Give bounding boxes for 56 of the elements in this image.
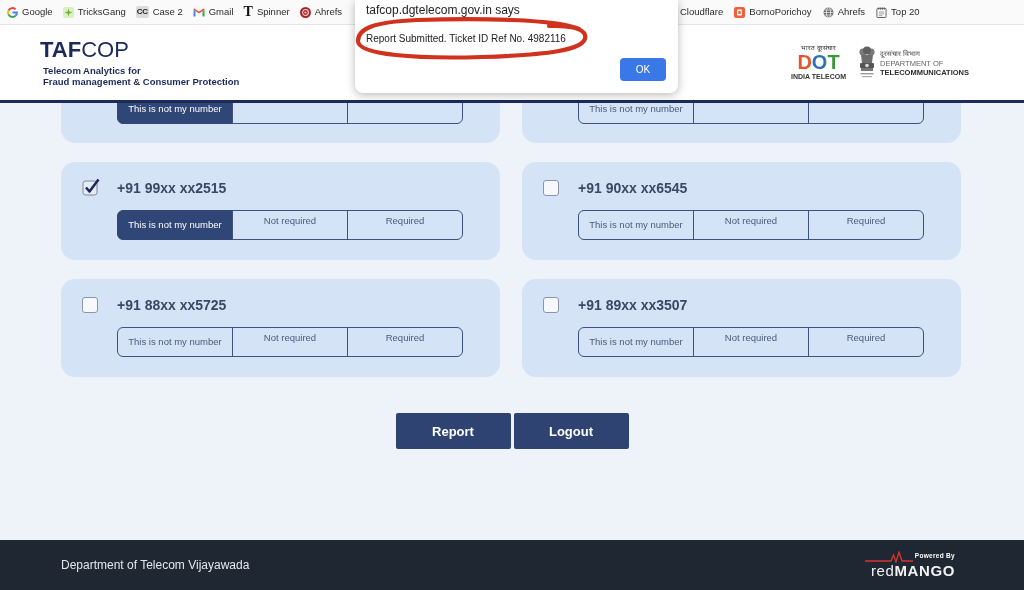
segment-option[interactable]: This is not my number xyxy=(578,210,694,240)
phone-number: +91 89xx xx3507 xyxy=(578,297,688,313)
bookmark-item[interactable]: Ahrefs xyxy=(822,6,866,18)
checkbox[interactable] xyxy=(82,297,98,313)
sparkle-icon xyxy=(62,6,74,18)
emblem-icon xyxy=(857,46,876,79)
logo-wordmark: TAFCOP xyxy=(40,38,130,62)
segment-option[interactable] xyxy=(808,103,924,124)
footer-text: Department of Telecom Vijayawada xyxy=(61,558,250,572)
letter-tile-icon: CC xyxy=(135,6,149,18)
segment-option[interactable]: Not required xyxy=(232,210,348,240)
segment-option[interactable]: Not required xyxy=(693,210,809,240)
logo-wordmark: DOT xyxy=(797,52,840,72)
letter-icon: T xyxy=(243,6,253,18)
globe-icon xyxy=(822,6,834,18)
mail-icon xyxy=(192,7,205,17)
phone-number: +91 99xx xx2515 xyxy=(117,180,227,196)
ring-icon xyxy=(299,6,311,18)
bookmark-item[interactable]: T Spinner xyxy=(243,6,290,18)
bookmark-item[interactable]: Gmail xyxy=(192,6,234,18)
report-button[interactable]: Report xyxy=(395,413,511,449)
notepad-icon xyxy=(876,6,888,18)
bookmark-item[interactable]: Top 20 xyxy=(876,6,920,18)
checkbox[interactable] xyxy=(82,178,100,196)
segment-option[interactable]: Required xyxy=(347,210,463,240)
segment-option[interactable]: Not required xyxy=(693,327,809,357)
bookmark-item[interactable]: TricksGang xyxy=(62,6,126,18)
dialog-title: tafcop.dgtelecom.gov.in says xyxy=(366,4,520,17)
brand-wordmark: redMANGO xyxy=(871,563,955,579)
logo-tagline: Telecom Analytics for Fraud management & Consumer Protection xyxy=(43,65,240,87)
segment-option[interactable]: This is not my number xyxy=(578,327,694,357)
app-tile-icon xyxy=(734,6,746,18)
segment-option[interactable]: This is not my number xyxy=(578,103,694,124)
logout-button[interactable]: Logout xyxy=(513,413,629,449)
dialog-message: Report Submitted. Ticket ID Ref No. 4982116 xyxy=(366,33,566,45)
segment-option[interactable]: Not required xyxy=(232,327,348,357)
ok-button[interactable]: OK xyxy=(620,58,666,81)
segment-option[interactable] xyxy=(232,103,348,124)
letter-g-icon xyxy=(7,6,18,18)
segment-option[interactable]: This is not my number xyxy=(117,103,233,124)
segment-option[interactable]: Required xyxy=(808,210,924,240)
bookmark-item[interactable]: CC Case 2 xyxy=(135,6,183,18)
phone-number: +91 88xx xx5725 xyxy=(117,297,227,313)
checkbox[interactable] xyxy=(543,297,559,313)
segment-option[interactable] xyxy=(347,103,463,124)
bookmark-item[interactable]: Ahrefs xyxy=(299,6,343,18)
segment-option[interactable]: This is not my number xyxy=(117,210,233,240)
bookmark-item[interactable]: BornoPorichoy xyxy=(734,6,812,18)
phone-number: +91 90xx xx6545 xyxy=(578,180,688,196)
heartbeat-line-icon xyxy=(864,551,913,563)
segment-option[interactable]: Required xyxy=(347,327,463,357)
checkbox[interactable] xyxy=(543,180,559,196)
bookmark-item[interactable]: Google xyxy=(7,6,53,18)
bookmark-item[interactable]: Cloudflare xyxy=(680,6,724,18)
segment-option[interactable]: Required xyxy=(808,327,924,357)
segment-option[interactable]: This is not my number xyxy=(117,327,233,357)
